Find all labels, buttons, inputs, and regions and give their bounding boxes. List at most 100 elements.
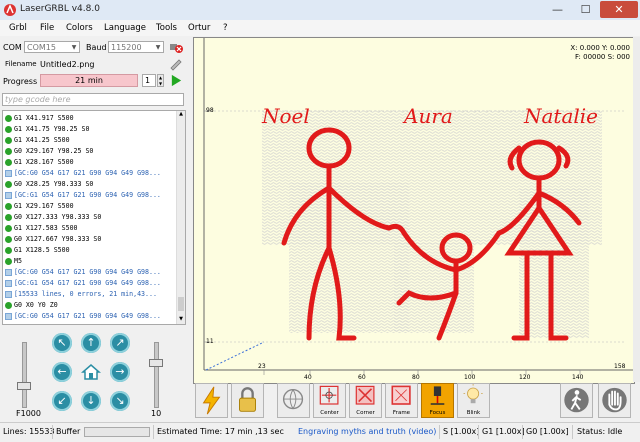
gcode-placeholder: type gcode here <box>5 95 71 104</box>
check-ok-icon <box>5 301 12 309</box>
focus-button[interactable]: Focus <box>421 383 454 418</box>
status-machine-state: Status: Idle <box>577 427 623 436</box>
y-tick-98: 98 <box>206 107 214 114</box>
menu-ortur[interactable]: Ortur <box>188 23 210 33</box>
center-button[interactable]: Center <box>313 383 346 418</box>
x-tick-40: 40 <box>304 374 312 381</box>
home-button[interactable] <box>81 362 101 382</box>
console-line-text: G0 X0 Y0 Z0 <box>14 301 58 309</box>
menu-tools[interactable]: Tools <box>156 23 177 33</box>
com-label: COM <box>3 43 22 52</box>
stop-hold-button[interactable] <box>598 383 631 418</box>
name-noel: Noel <box>262 104 310 128</box>
check-ok-icon <box>5 147 12 155</box>
feed-slider-thumb[interactable] <box>17 382 31 390</box>
open-file-icon[interactable] <box>169 57 183 71</box>
status-g1-override[interactable]: G1 [1.00x] <box>482 427 525 436</box>
jog-left-button[interactable]: ← <box>52 362 72 382</box>
home-icon <box>81 364 101 380</box>
console-scrollbar[interactable]: ▲ ▼ <box>176 111 185 324</box>
corner-button[interactable]: Corner <box>349 383 382 418</box>
status-estimated-time: Estimated Time: 17 min ,13 sec <box>157 427 284 436</box>
menu-bar: Grbl File Colors Language Tools Ortur ? <box>0 20 640 36</box>
status-buffer-label: Buffer <box>56 427 81 436</box>
menu-grbl[interactable]: Grbl <box>9 23 27 33</box>
step-slider-track[interactable] <box>154 342 159 408</box>
baud-select[interactable]: 115200 ▼ <box>108 41 164 53</box>
jog-down-right-button[interactable]: ↘ <box>110 391 130 411</box>
jog-up-left-button[interactable]: ↖ <box>52 333 72 353</box>
preview-canvas[interactable]: X: 0.000 Y: 0.000 F: 00000 S: 000 98 11 … <box>193 37 635 384</box>
menu-language[interactable]: Language <box>104 23 146 33</box>
unlock-button[interactable] <box>231 383 264 418</box>
maximize-button[interactable]: ☐ <box>572 1 599 18</box>
frame-icon <box>391 385 411 405</box>
bulb-icon <box>463 384 483 404</box>
status-g0-override[interactable]: G0 [1.00x] <box>526 427 569 436</box>
console-line: G1 X41.25 S500 <box>5 135 70 145</box>
status-bar: Lines: 15533 Buffer Estimated Time: 17 m… <box>0 422 640 442</box>
jog-up-right-button[interactable]: ↗ <box>110 333 130 353</box>
gcode-command-input[interactable]: type gcode here <box>2 93 184 106</box>
jog-down-left-button[interactable]: ↙ <box>52 391 72 411</box>
jog-right-button[interactable]: → <box>110 362 130 382</box>
coord-xy: X: 0.000 Y: 0.000 <box>570 44 630 52</box>
padlock-icon <box>239 387 256 412</box>
soft-reset-button[interactable] <box>560 383 593 418</box>
jog-down-button[interactable]: ↓ <box>81 391 101 411</box>
com-select[interactable]: COM15 ▼ <box>24 41 80 53</box>
console-line: G0 X28.25 Y98.333 S0 <box>5 179 93 189</box>
chevron-down-icon: ▼ <box>155 44 161 51</box>
laser-fire-button[interactable] <box>195 383 228 418</box>
focus-caption: Focus <box>429 410 446 416</box>
engraving-preview <box>203 38 634 375</box>
info-icon <box>5 290 12 298</box>
info-icon <box>5 191 12 199</box>
console-line-text: [GC:G0 G54 G17 G21 G90 G94 G49 G98... <box>14 268 161 276</box>
copies-value: 1 <box>145 76 151 85</box>
jog-up-button[interactable]: ↑ <box>81 333 101 353</box>
blink-caption: Blink <box>466 410 481 416</box>
frame-caption: Frame <box>392 410 411 416</box>
disconnect-icon[interactable] <box>169 40 183 54</box>
frame-button[interactable]: Frame <box>385 383 418 418</box>
menu-file[interactable]: File <box>40 23 54 33</box>
scroll-up-icon[interactable]: ▲ <box>177 111 185 119</box>
center-caption: Center <box>320 410 339 416</box>
status-s-override[interactable]: S [1.00x] <box>443 427 479 436</box>
x-tick-100: 100 <box>464 374 476 381</box>
console-line-text: [GC:G1 G54 G17 G21 G90 G94 G49 G98... <box>14 279 161 287</box>
check-ok-icon <box>5 235 12 243</box>
chevron-down-icon: ▼ <box>71 44 77 51</box>
run-play-icon[interactable] <box>170 74 183 87</box>
info-icon <box>5 279 12 287</box>
scroll-thumb[interactable] <box>178 297 184 311</box>
feed-slider-track[interactable] <box>22 342 27 408</box>
x-tick-158: 158 <box>614 363 626 370</box>
close-button[interactable]: ✕ <box>600 1 638 18</box>
minimize-button[interactable]: — <box>544 1 571 18</box>
console-log[interactable]: ▲ ▼ G1 X41.917 S500 G1 X41.75 Y98.25 S0 G1… <box>2 110 186 325</box>
console-line-text: G1 X128.5 S500 <box>14 246 70 254</box>
console-line-text: G1 X29.167 S500 <box>14 202 74 210</box>
blink-button[interactable]: Blink <box>457 383 490 418</box>
corner-icon <box>355 385 375 405</box>
info-icon <box>5 169 12 177</box>
step-slider-thumb[interactable] <box>149 359 163 367</box>
filename-value: Untitled2.png <box>40 60 95 69</box>
video-link[interactable]: Engraving myths and truth (video) <box>298 427 436 436</box>
cursor-coordinates: X: 0.000 Y: 0.000 F: 00000 S: 000 <box>570 44 630 62</box>
menu-colors[interactable]: Colors <box>66 23 93 33</box>
check-ok-icon <box>5 136 12 144</box>
info-icon <box>5 268 12 276</box>
copies-spinner[interactable]: 1 <box>142 74 156 87</box>
spinner-arrows-icon[interactable]: ▲ ▼ <box>157 74 164 87</box>
bottom-toolbar: Center Corner Frame Focus Blink <box>193 383 640 421</box>
console-line: [GC:G0 G54 G17 G21 G90 G94 G49 G98... <box>5 267 161 277</box>
world-button[interactable] <box>277 383 310 418</box>
menu-help[interactable]: ? <box>223 23 228 33</box>
canvas-right-scroll[interactable] <box>633 37 640 382</box>
y-tick-11: 11 <box>206 338 214 345</box>
scroll-down-icon[interactable]: ▼ <box>177 316 185 324</box>
console-line: G1 X29.167 S500 <box>5 201 74 211</box>
